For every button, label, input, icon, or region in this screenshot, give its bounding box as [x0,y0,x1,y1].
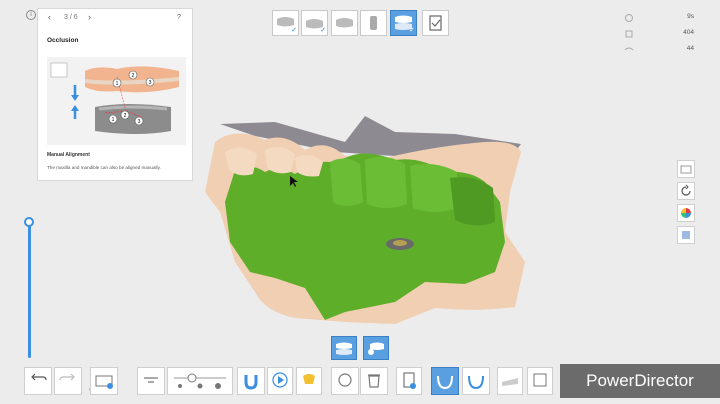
stat-value: 44 [686,45,694,52]
magnet-tool-button[interactable] [237,367,265,395]
check-icon: ✓ [320,27,326,34]
measure-button[interactable] [527,367,553,395]
trash-icon [368,375,380,388]
section-subtitle: Manual Alignment [47,152,90,158]
color-mode-button[interactable] [677,204,695,222]
help-icon[interactable]: ? [177,14,181,21]
lower-jaw-step[interactable]: ✓ [301,10,328,36]
trim-icon [144,377,158,383]
inspect-button[interactable] [331,367,359,395]
bite-step[interactable] [331,10,358,36]
section-view-button[interactable] [497,367,523,395]
check-icon: ✓ [409,27,415,34]
redo-button[interactable]: Redo [54,367,99,395]
scan-body-icon [370,16,377,30]
scan-body-step[interactable] [360,10,387,36]
check-icon: ✓ [291,27,297,34]
upper-jaw-step[interactable]: ✓ [272,10,299,36]
measure-icon [533,373,547,387]
texture-icon [682,231,690,239]
dental-3d-model[interactable] [195,112,535,332]
data-transfer-button[interactable] [90,367,118,395]
color-palette-icon [681,208,691,218]
screenshot-button[interactable] [677,160,695,178]
tooth-marker: 2 [132,73,135,79]
tooth-marker: 1 [116,81,119,87]
occlusion-illustration: 1 2 3 1 2 3 [47,57,186,145]
tooth-marker: 2 [124,113,127,119]
chevron-right-icon[interactable]: › [88,12,91,22]
upper-arch-button[interactable] [462,367,490,395]
video-watermark: PowerDirector [560,364,720,398]
lower-arch-button[interactable] [431,367,459,395]
delete-button[interactable] [360,367,388,395]
vertical-slider-thumb[interactable] [24,217,34,227]
ai-tool-button[interactable] [296,367,322,395]
reset-view-button[interactable] [677,182,695,200]
brush-size-slider[interactable] [167,367,233,395]
stat-frames: 404 [624,29,694,39]
clipboard-check-icon [431,19,441,27]
panel-title: Occlusion [47,37,79,44]
bite-icon [336,18,353,28]
link-icon [624,47,634,51]
lower-arch-icon [437,375,453,390]
occlusion-step[interactable]: ✓ [390,10,417,36]
magnet-icon [244,375,258,390]
help-nav: ‹ 3 / 6 › ? [38,12,192,28]
stat-count: 44 [624,45,694,55]
help-panel: ‹ 3 / 6 › ? Occlusion 1 2 3 1 2 3 Manual… [37,8,193,181]
undo-button[interactable]: Undo [24,367,69,395]
play-icon [278,376,284,384]
ai-scan-icon [303,374,315,384]
tooth-marker: 3 [138,119,141,125]
upper-arch-icon [468,375,484,390]
report-button[interactable] [396,367,422,395]
tooth-marker: 1 [112,117,115,123]
stat-value: 404 [683,29,694,36]
search-icon [338,373,352,387]
complete-step[interactable] [422,10,449,36]
upper-jaw-icon [277,17,294,27]
bite-view-icon [336,349,352,355]
camera-icon [680,165,692,174]
slider-knob-icon [187,373,197,383]
refresh-icon [681,186,691,196]
layers-icon [625,30,633,38]
info-icon[interactable]: i [26,10,36,20]
chevron-left-icon[interactable]: ‹ [48,12,51,22]
vertical-slider-track[interactable] [28,224,31,358]
section-icon [502,378,518,386]
align-view-icon [370,342,384,350]
section-description: The maxilla and mandible can also be ali… [47,165,161,170]
step-counter: 3 / 6 [64,14,78,21]
play-button[interactable] [267,367,293,395]
trim-tool-button[interactable] [137,367,165,395]
stat-time: 9s [624,13,694,23]
manual-align-view-button[interactable] [363,336,389,360]
texture-button[interactable] [677,226,695,244]
stat-value: 9s [687,13,694,20]
tooth-marker: 3 [149,80,152,86]
timer-icon [625,14,633,22]
occlusion-view-button[interactable] [331,336,357,360]
